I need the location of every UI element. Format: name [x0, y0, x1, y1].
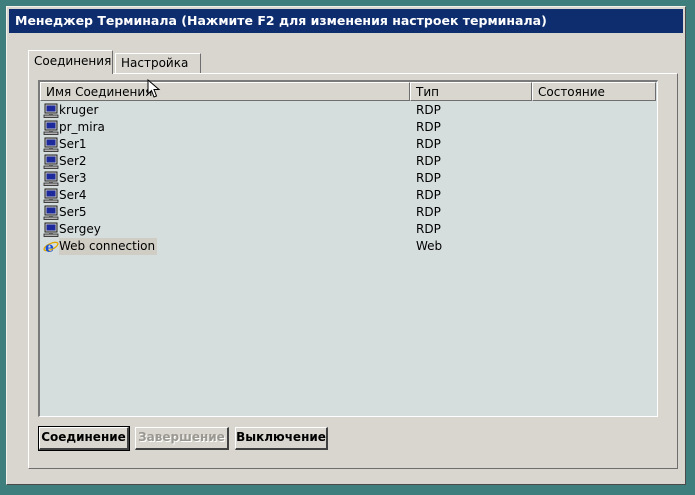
connection-name: Sergey — [59, 222, 101, 236]
list-item[interactable]: Sergey RDP — [40, 221, 657, 238]
connection-type: RDP — [416, 171, 441, 185]
connection-name: kruger — [59, 103, 99, 117]
computer-icon — [43, 222, 59, 237]
connection-type: RDP — [416, 137, 441, 151]
window-title[interactable]: Менеджер Терминала (Нажмите F2 для измен… — [9, 9, 683, 33]
connection-name: Web connection — [59, 238, 158, 255]
connection-type: RDP — [416, 188, 441, 202]
list-header: Имя Соединения. Тип Состояние — [40, 82, 657, 101]
internet-explorer-icon: e — [43, 239, 59, 256]
connection-type: RDP — [416, 222, 441, 236]
computer-icon — [43, 103, 59, 118]
connection-type: Web — [416, 239, 443, 253]
svg-text:e: e — [45, 240, 54, 254]
column-header-type[interactable]: Тип — [410, 82, 532, 101]
tab-connections[interactable]: Соединения — [28, 50, 113, 74]
column-header-name[interactable]: Имя Соединения. — [40, 82, 410, 101]
connection-type: RDP — [416, 120, 441, 134]
list-item[interactable]: pr_mira RDP — [40, 119, 657, 136]
mouse-pointer-icon — [147, 79, 161, 98]
list-item[interactable]: Ser4 RDP — [40, 187, 657, 204]
list-item[interactable]: Ser5 RDP — [40, 204, 657, 221]
shutdown-button[interactable]: Выключение — [235, 427, 328, 450]
connection-name: pr_mira — [59, 120, 105, 134]
connection-name: Ser2 — [59, 154, 87, 168]
list-item[interactable]: e Web connection Web — [40, 238, 657, 256]
connection-name: Ser4 — [59, 188, 87, 202]
list-rows: kruger RDP pr_mira RDP Ser1 RDP Ser2 RDP Ser3 RDP… — [40, 102, 657, 256]
connect-button[interactable]: Соединение — [38, 426, 130, 451]
connection-type: RDP — [416, 205, 441, 219]
tab-settings[interactable]: Настройка — [115, 53, 201, 73]
list-item[interactable]: kruger RDP — [40, 102, 657, 119]
list-item[interactable]: Ser1 RDP — [40, 136, 657, 153]
connection-name: Ser5 — [59, 205, 87, 219]
list-item[interactable]: Ser3 RDP — [40, 170, 657, 187]
computer-icon — [43, 188, 59, 203]
computer-icon — [43, 154, 59, 169]
computer-icon — [43, 120, 59, 135]
connection-type: RDP — [416, 103, 441, 117]
connections-list[interactable]: Имя Соединения. Тип Состояние kruger RDP p… — [38, 80, 658, 417]
connection-type: RDP — [416, 154, 441, 168]
end-session-button[interactable]: Завершение — [135, 427, 229, 450]
list-item[interactable]: Ser2 RDP — [40, 153, 657, 170]
connection-name: Ser3 — [59, 171, 87, 185]
connection-name: Ser1 — [59, 137, 87, 151]
computer-icon — [43, 171, 59, 186]
computer-icon — [43, 137, 59, 152]
computer-icon — [43, 205, 59, 220]
column-header-state[interactable]: Состояние — [532, 82, 656, 101]
